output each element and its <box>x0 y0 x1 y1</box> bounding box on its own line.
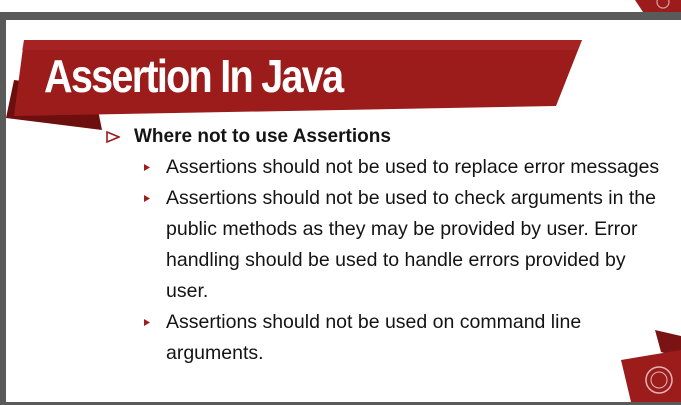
list-item-text: Assertions should not be used to check a… <box>166 187 656 302</box>
list-item: Assertions should not be used to check a… <box>142 183 662 307</box>
small-triangle-right-icon <box>144 195 150 202</box>
slide-title: Assertion In Java <box>44 50 344 102</box>
slide-body: Where not to use Assertions Assertions s… <box>102 124 662 369</box>
list-item: Assertions should not be used to replace… <box>142 152 662 183</box>
slide: Assertion In Java Where not to use Asser… <box>6 20 681 402</box>
university-seal-icon <box>621 330 681 402</box>
list-item-text: Assertions should not be used on command… <box>166 311 582 364</box>
small-triangle-right-icon <box>144 164 150 171</box>
heading-bullet: Where not to use Assertions <box>102 124 662 150</box>
list-item: Assertions should not be used on command… <box>142 307 662 369</box>
heading-text: Where not to use Assertions <box>134 126 391 147</box>
slide-corner-decoration-icon <box>635 0 681 12</box>
hollow-triangle-right-icon <box>106 131 120 143</box>
list-item-text: Assertions should not be used to replace… <box>166 156 660 178</box>
previous-slide-edge <box>0 0 681 12</box>
small-triangle-right-icon <box>144 319 150 326</box>
